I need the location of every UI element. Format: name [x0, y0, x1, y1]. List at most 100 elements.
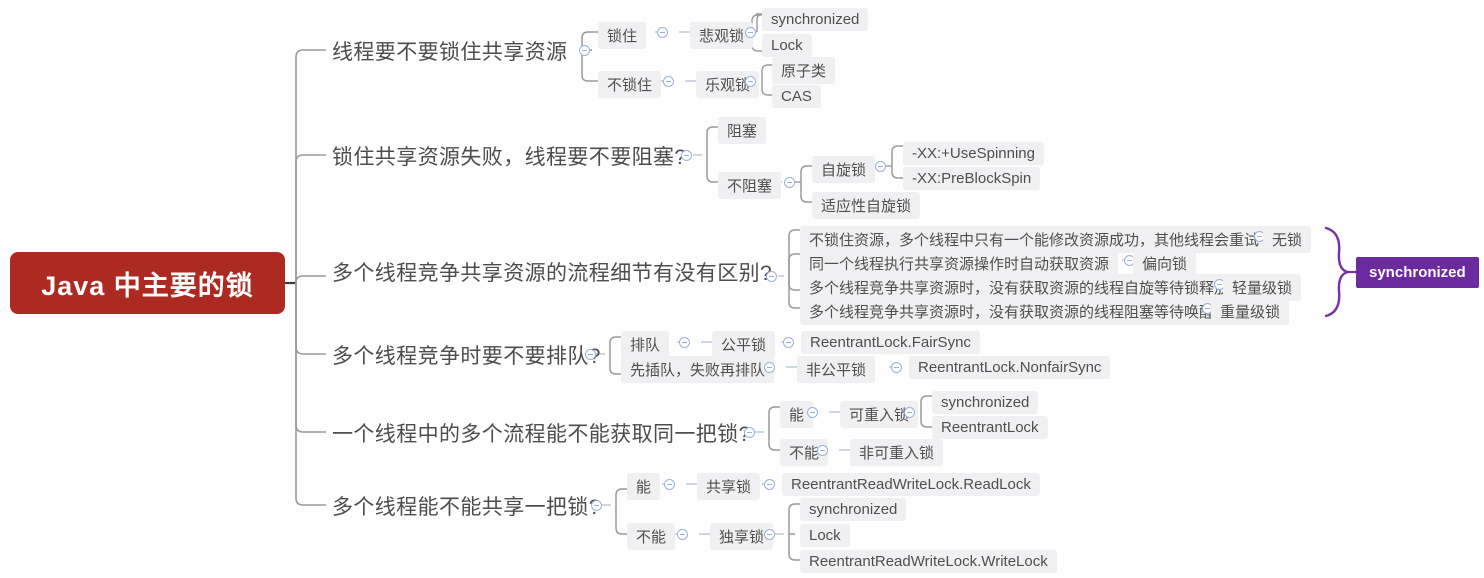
toggle-b4-c2-g1[interactable] [891, 362, 902, 373]
branch-node-2[interactable]: 锁住共享资源失败，线程要不要阻塞? [332, 143, 686, 169]
toggle-b1-c2[interactable] [663, 76, 674, 87]
node-b5-c2-g1[interactable]: 非可重入锁 [850, 439, 944, 466]
node-label: 独享锁 [719, 529, 765, 546]
node-label: CAS [781, 88, 812, 105]
node-b4-c1-g1[interactable]: 公平锁 [712, 331, 776, 358]
node-b5-c1-g1-l2[interactable]: ReentrantLock [932, 416, 1048, 439]
root-label: Java 中主要的锁 [41, 270, 254, 301]
toggle-b2-c2-g1[interactable] [875, 161, 886, 172]
node-b1-c2-g1-l2[interactable]: CAS [772, 85, 821, 108]
toggle-b1-c1[interactable] [657, 27, 668, 38]
node-b2-c2-g1-l2[interactable]: -XX:PreBlockSpin [903, 167, 1041, 190]
node-b3-c2-g1[interactable]: 偏向锁 [1133, 250, 1197, 277]
node-b3-c3[interactable]: 多个线程竞争共享资源时，没有获取资源的线程自旋等待锁释放 [800, 274, 1239, 301]
toggle-b4-c2[interactable] [764, 362, 775, 373]
node-label: 自旋锁 [821, 162, 867, 179]
node-b1-c2-g1-l1[interactable]: 原子类 [772, 57, 836, 84]
node-b3-c3-g1[interactable]: 轻量级锁 [1223, 274, 1302, 301]
toggle-b4-c1[interactable] [679, 337, 690, 348]
toggle-branch-5[interactable] [744, 427, 755, 438]
node-b4-c1-g1-l1[interactable]: ReentrantLock.FairSync [801, 331, 980, 354]
node-label: 非公平锁 [806, 362, 867, 379]
node-b6-c1[interactable]: 能 [627, 473, 661, 500]
node-label: 重量级锁 [1220, 304, 1281, 321]
branch-label-1: 线程要不要锁住共享资源 [332, 41, 568, 64]
node-b4-c1[interactable]: 排队 [621, 331, 670, 358]
node-b4-c2-g1[interactable]: 非公平锁 [797, 356, 876, 383]
node-label: ReentrantLock.NonfairSync [918, 359, 1102, 376]
summary-tag-label: synchronized [1369, 264, 1466, 281]
node-b2-c2-g1[interactable]: 自旋锁 [812, 156, 876, 183]
node-label: -XX:PreBlockSpin [912, 170, 1032, 187]
node-b6-c2-g1-l1[interactable]: synchronized [800, 498, 907, 521]
node-b6-c2[interactable]: 不能 [627, 523, 676, 550]
toggle-b6-c2-g1[interactable] [764, 529, 775, 540]
branch-node-5[interactable]: 一个线程中的多个流程能不能获取同一把锁? [332, 420, 751, 446]
node-b6-c2-g1-l3[interactable]: ReentrantReadWriteLock.WriteLock [800, 550, 1057, 573]
node-label: synchronized [771, 11, 860, 28]
node-label: 阻塞 [727, 123, 758, 140]
node-b3-c4-g1[interactable]: 重量级锁 [1211, 298, 1290, 325]
root-node[interactable]: Java 中主要的锁 [10, 252, 285, 314]
node-label: 公平锁 [721, 337, 767, 354]
node-label: 多个线程竞争共享资源时，没有获取资源的线程阻塞等待唤醒 [809, 304, 1215, 321]
toggle-b5-c2[interactable] [817, 445, 828, 456]
node-b1-c1-g1-l1[interactable]: synchronized [762, 8, 869, 31]
node-b2-c2[interactable]: 不阻塞 [718, 172, 782, 199]
toggle-branch-3[interactable] [766, 271, 777, 282]
node-b2-c2-g1-l1[interactable]: -XX:+UseSpinning [903, 142, 1044, 165]
toggle-branch-2[interactable] [681, 150, 692, 161]
node-b5-c1-g1-l1[interactable]: synchronized [932, 391, 1039, 414]
node-label: 乐观锁 [705, 77, 751, 94]
branch-node-3[interactable]: 多个线程竞争共享资源的流程细节有没有区别? [332, 259, 772, 285]
toggle-branch-1[interactable] [579, 45, 590, 56]
node-b1-c1-g1-l2[interactable]: Lock [762, 34, 812, 57]
node-b3-c2[interactable]: 同一个线程执行共享资源操作时自动获取资源 [800, 250, 1119, 277]
node-label: 共享锁 [706, 479, 752, 496]
node-b4-c2-g1-l1[interactable]: ReentrantLock.NonfairSync [909, 356, 1111, 379]
node-b3-c1[interactable]: 不锁住资源，多个线程中只有一个能修改资源成功，其他线程会重试 [800, 226, 1269, 253]
node-label: 原子类 [781, 63, 827, 80]
branch-label-4: 多个线程竞争时要不要排队? [332, 345, 601, 368]
node-label: ReentrantLock.FairSync [810, 334, 971, 351]
node-b6-c1-g1-l1[interactable]: ReentrantReadWriteLock.ReadLock [782, 473, 1040, 496]
branch-node-6[interactable]: 多个线程能不能共享一把锁? [332, 493, 601, 519]
node-label: 多个线程竞争共享资源时，没有获取资源的线程自旋等待锁释放 [809, 280, 1230, 297]
node-b6-c2-g1-l2[interactable]: Lock [800, 524, 850, 547]
node-b1-c1-g1[interactable]: 悲观锁 [690, 22, 754, 49]
node-label: 不阻塞 [727, 178, 773, 195]
node-label: synchronized [941, 394, 1030, 411]
branch-label-2: 锁住共享资源失败，线程要不要阻塞? [332, 146, 687, 169]
node-label: 无锁 [1272, 232, 1303, 249]
node-b1-c1[interactable]: 锁住 [598, 22, 647, 49]
toggle-b6-c1-g1[interactable] [764, 479, 775, 490]
toggle-b5-c1-g1[interactable] [904, 407, 915, 418]
node-label: 不锁住资源，多个线程中只有一个能修改资源成功，其他线程会重试 [809, 232, 1260, 249]
branch-label-5: 一个线程中的多个流程能不能获取同一把锁? [332, 423, 751, 446]
node-label: Lock [809, 527, 841, 544]
node-b2-c1[interactable]: 阻塞 [718, 117, 767, 144]
toggle-branch-6[interactable] [591, 500, 602, 511]
node-label: 不能 [636, 529, 667, 546]
toggle-b1-c1-g1[interactable] [745, 27, 756, 38]
node-b1-c2[interactable]: 不锁住 [598, 71, 662, 98]
branch-node-1[interactable]: 线程要不要锁住共享资源 [332, 38, 567, 64]
toggle-b6-c1[interactable] [664, 479, 675, 490]
toggle-b2-c2[interactable] [784, 177, 795, 188]
toggle-b6-c2[interactable] [677, 529, 688, 540]
branch-label-3: 多个线程竞争共享资源的流程细节有没有区别? [332, 262, 773, 285]
node-b4-c2[interactable]: 先插队，失败再排队 [621, 356, 775, 383]
node-b3-c4[interactable]: 多个线程竞争共享资源时，没有获取资源的线程阻塞等待唤醒 [800, 298, 1224, 325]
branch-node-4[interactable]: 多个线程竞争时要不要排队? [332, 342, 601, 368]
toggle-branch-4[interactable] [585, 349, 596, 360]
node-b2-c2-g2[interactable]: 适应性自旋锁 [812, 192, 921, 219]
node-b6-c1-g1[interactable]: 共享锁 [697, 473, 761, 500]
node-label: 偏向锁 [1142, 256, 1188, 273]
node-b3-c1-g1[interactable]: 无锁 [1263, 226, 1312, 253]
node-label: 不锁住 [607, 77, 653, 94]
node-label: ReentrantLock [941, 419, 1039, 436]
toggle-b4-c1-g1[interactable] [783, 337, 794, 348]
toggle-b1-c2-g1[interactable] [745, 76, 756, 87]
toggle-b5-c1[interactable] [807, 407, 818, 418]
summary-tag-synchronized[interactable]: synchronized [1356, 257, 1479, 288]
